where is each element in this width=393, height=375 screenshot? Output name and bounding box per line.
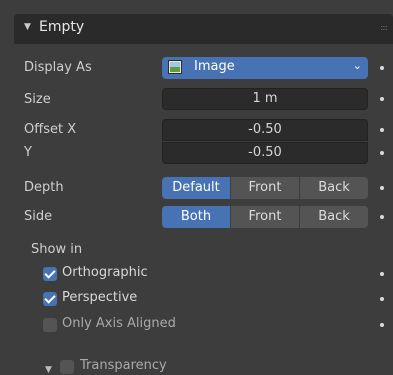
depth-default-button[interactable]: Default [162, 177, 231, 199]
animate-property-dot[interactable] [380, 151, 384, 155]
size-label: Size [24, 92, 51, 107]
animate-property-dot[interactable] [380, 323, 384, 327]
display-as-label: Display As [24, 60, 92, 75]
panel-header[interactable]: ▼ Empty :::: [14, 14, 393, 44]
animate-property-dot[interactable] [380, 97, 384, 101]
side-both-button[interactable]: Both [162, 206, 231, 228]
size-field[interactable]: 1 m [162, 88, 368, 110]
perspective-checkbox[interactable] [43, 292, 57, 306]
animate-property-dot[interactable] [380, 186, 384, 190]
offset-y-field[interactable]: -0.50 [162, 142, 368, 164]
only-axis-aligned-label[interactable]: Only Axis Aligned [62, 316, 176, 331]
empty-panel: ▼ Empty :::: Display As Image ⌄ Size 1 m… [14, 14, 393, 375]
offset-x-field[interactable]: -0.50 [162, 119, 368, 141]
depth-label: Depth [24, 180, 64, 195]
show-in-heading: Show in [31, 242, 83, 257]
animate-property-dot[interactable] [380, 215, 384, 219]
triangle-down-icon[interactable]: ▼ [24, 22, 31, 32]
animate-property-dot[interactable] [380, 272, 384, 276]
transparency-label[interactable]: Transparency [80, 358, 167, 373]
side-front-button[interactable]: Front [231, 206, 300, 228]
offset-y-label: Y [24, 145, 32, 160]
display-as-value: Image [194, 59, 235, 74]
chevron-down-icon: ⌄ [352, 59, 362, 72]
offset-x-label: Offset X [24, 122, 77, 137]
depth-back-button[interactable]: Back [300, 177, 368, 199]
depth-selector: Default Front Back [162, 177, 368, 199]
image-icon [168, 60, 182, 74]
animate-property-dot[interactable] [380, 66, 384, 70]
animate-property-dot[interactable] [380, 128, 384, 132]
depth-front-button[interactable]: Front [231, 177, 300, 199]
only-axis-aligned-checkbox[interactable] [43, 318, 57, 332]
side-back-button[interactable]: Back [300, 206, 368, 228]
orthographic-checkbox[interactable] [43, 267, 57, 281]
orthographic-label[interactable]: Orthographic [62, 265, 148, 280]
side-selector: Both Front Back [162, 206, 368, 228]
animate-property-dot[interactable] [380, 297, 384, 301]
panel-title: Empty [39, 19, 85, 35]
perspective-label[interactable]: Perspective [62, 290, 137, 305]
drag-grip-icon[interactable]: :::: [380, 23, 388, 32]
triangle-down-icon[interactable]: ▼ [45, 365, 52, 375]
display-as-dropdown[interactable]: Image ⌄ [162, 57, 368, 79]
side-label: Side [24, 209, 53, 224]
